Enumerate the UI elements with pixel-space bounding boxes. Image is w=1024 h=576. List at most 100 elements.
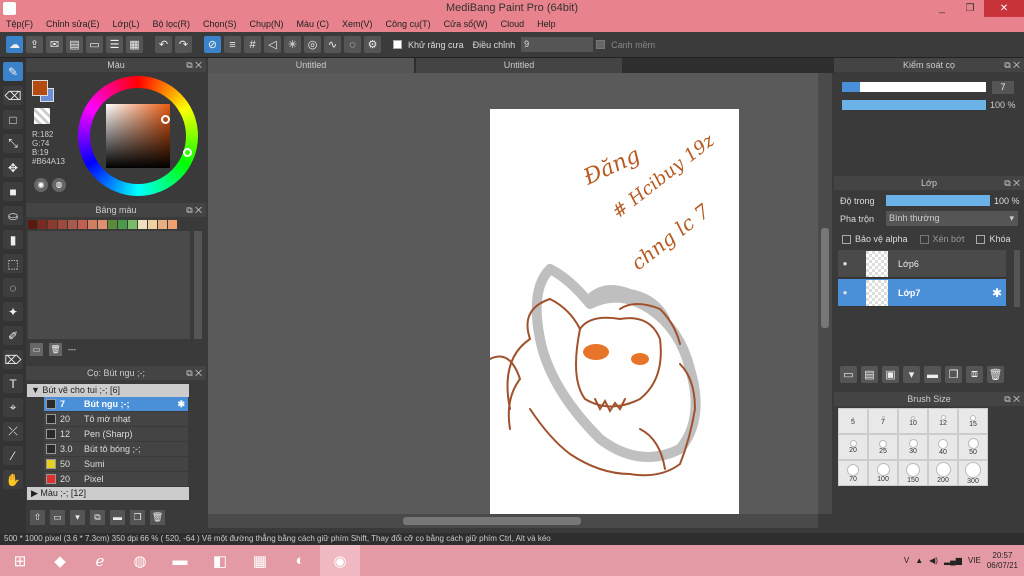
select-tool-icon[interactable]: ⬚ [3,254,23,273]
brush-group-2[interactable]: ▶ Màu ;-; [12] [27,487,189,500]
layer-folder-icon[interactable]: ▬ [924,366,941,383]
brush-size-slider[interactable] [842,82,986,92]
move-tool-icon[interactable]: ✥ [3,158,23,177]
delete-brush-icon[interactable]: 🗑 [150,510,165,525]
brush-row[interactable]: 20 Tô mờ nhạt [44,412,188,427]
main-color-swatch[interactable] [32,80,48,96]
parallel-snap-icon[interactable]: ≡ [224,36,241,53]
duplicate-layer-icon[interactable]: ❐ [945,366,962,383]
curve-snap-icon[interactable]: ∿ [324,36,341,53]
merge-layer-icon[interactable]: ⧈ [966,366,983,383]
brush-size-cell[interactable]: 5 [838,408,868,434]
layer-row[interactable]: ● Lớp6 [838,250,1006,278]
copy-brush-icon[interactable]: ⧉ [90,510,105,525]
panel-buttons-icon[interactable]: ⧉ ✕ [1004,176,1020,190]
volume-icon[interactable]: ◀) [929,556,938,565]
protect-alpha-checkbox[interactable] [842,234,851,244]
brush-size-cell[interactable]: 12 [928,408,958,434]
palette-color-swatch[interactable] [138,220,147,229]
menu-edit[interactable]: Chỉnh sửa(E) [46,17,100,32]
brush-size-cell[interactable]: 10 [898,408,928,434]
transparent-swatch[interactable] [34,108,50,124]
grid-icon[interactable]: ▦ [126,36,143,53]
chrome-icon[interactable]: ◍ [120,545,160,576]
brush-row[interactable]: 7 Bút ngu ;-; ✱ [44,397,188,412]
palette-color-swatch[interactable] [158,220,167,229]
bucket-tool-icon[interactable]: ⛀ [3,206,23,225]
brush-size-cell[interactable]: 200 [928,460,958,486]
drawing-canvas[interactable]: Đăng # Hcibuy 19z chng lc 7 [489,109,739,515]
canvas-area[interactable]: Đăng # Hcibuy 19z chng lc 7 [208,73,818,515]
maximize-button[interactable]: ❐ [956,0,984,17]
brush-size-cell[interactable]: 150 [898,460,928,486]
clock[interactable]: 20:57 06/07/21 [987,551,1018,571]
app-icon[interactable]: ▦ [240,545,280,576]
visibility-icon[interactable]: ● [838,259,852,268]
layer-scrollbar[interactable] [1014,250,1020,307]
palette-color-swatch[interactable] [168,220,177,229]
palette-icon[interactable]: ◉ [34,178,48,192]
blend-select[interactable]: Bình thường ▾ [886,211,1018,226]
lasso-tool-icon[interactable]: ◌ [3,278,23,297]
file-explorer-icon[interactable]: ▬ [160,545,200,576]
brush-settings-icon[interactable]: ✱ [177,399,185,410]
menu-tools[interactable]: Công cụ(T) [386,17,431,32]
delete-palette-icon[interactable]: 🗑 [49,343,62,356]
brush-row[interactable]: 12 Pen (Sharp) [44,427,188,442]
cloud-icon[interactable]: ☁ [6,36,23,53]
brush-size-cell[interactable]: 25 [868,434,898,460]
adjust-select[interactable]: 9 [521,37,594,52]
panel-buttons-icon[interactable]: ⧉ ✕ [1004,58,1020,72]
medibang-taskbar-icon[interactable]: ◉ [320,545,360,576]
panel-buttons-icon[interactable]: ⧉ ✕ [186,58,202,72]
palette-color-swatch[interactable] [78,220,87,229]
hscroll-thumb[interactable] [403,517,581,525]
magic-wand-tool-icon[interactable]: ✦ [3,302,23,321]
visibility-icon[interactable]: ● [838,288,852,297]
palette-color-swatch[interactable] [38,220,47,229]
fill-rect-tool-icon[interactable]: ■ [3,182,23,201]
menu-filter[interactable]: Bộ lọc(R) [152,17,190,32]
undo-icon[interactable]: ↶ [155,36,172,53]
brush-size-cell[interactable]: 7 [868,408,898,434]
tray-up-arrow-icon[interactable]: ▲ [915,556,923,565]
chat-icon[interactable]: ▤ [66,36,83,53]
bluestacks-icon[interactable]: ◆ [40,545,80,576]
comment-icon[interactable]: ✉ [46,36,63,53]
sv-marker[interactable] [161,115,170,124]
crisscross-snap-icon[interactable]: # [244,36,261,53]
menu-select[interactable]: Chọn(S) [203,17,237,32]
palette-color-swatch[interactable] [118,220,127,229]
new-palette-icon[interactable]: ▭ [30,343,43,356]
palette-color-swatch[interactable] [58,220,67,229]
rect-tool-icon[interactable]: □ [3,110,23,129]
palette-scrollbar[interactable] [194,231,202,339]
brush-row[interactable]: 3.0 Bút tô bóng ;-; [44,442,188,457]
no-snap-icon[interactable]: ⊘ [204,36,221,53]
select-pen-tool-icon[interactable]: ✐ [3,326,23,345]
brush-group-1[interactable]: ▼ Bút vẽ cho tui ;-; [6] [27,384,189,397]
palette-color-swatch[interactable] [48,220,57,229]
palette-color-swatch[interactable] [128,220,137,229]
brush-opacity-slider[interactable] [842,100,986,110]
list-icon[interactable]: ☰ [106,36,123,53]
menu-color[interactable]: Màu (C) [297,17,330,32]
new-layer-icon[interactable]: ▭ [840,366,857,383]
share-icon[interactable]: ⇪ [26,36,43,53]
redo-icon[interactable]: ↷ [175,36,192,53]
divide-tool-icon[interactable]: ⌖ [3,398,23,417]
tray-app-icon[interactable]: V [904,556,909,565]
ellipse-snap-icon[interactable]: ◌ [344,36,361,53]
new-halftone-layer-icon[interactable]: ▤ [861,366,878,383]
new-8bit-layer-icon[interactable]: ▣ [882,366,899,383]
document-icon[interactable]: ▭ [86,36,103,53]
new-brush-icon[interactable]: ▭ [50,510,65,525]
brush-cloud-icon[interactable]: ⇧ [30,510,45,525]
vanishing-snap-icon[interactable]: ◁ [264,36,281,53]
brush-size-cell[interactable]: 40 [928,434,958,460]
menu-layer[interactable]: Lớp(L) [113,17,140,32]
brush-size-value[interactable]: 7 [992,81,1014,94]
menu-snap[interactable]: Chụp(N) [250,17,284,32]
brush-size-cell[interactable]: 30 [898,434,928,460]
brush-size-cell[interactable]: 20 [838,434,868,460]
